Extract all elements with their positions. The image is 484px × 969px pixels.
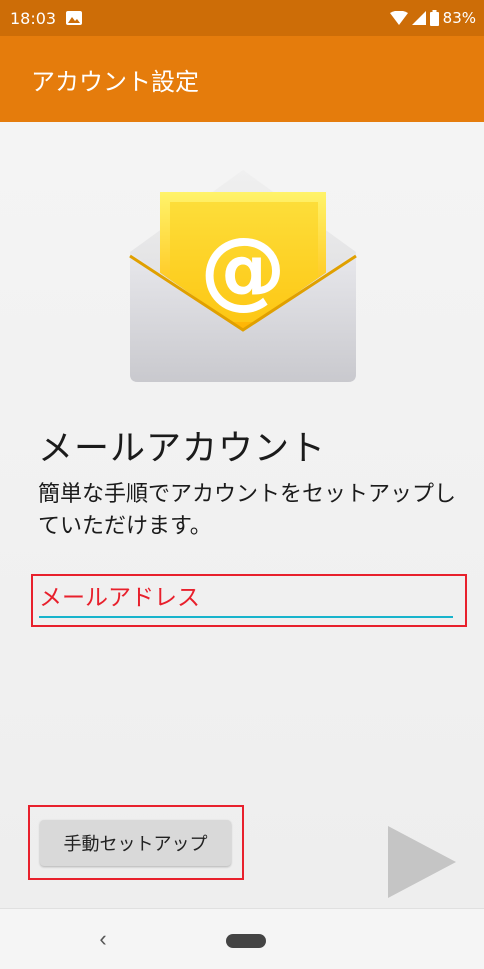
- page-title: アカウント設定: [31, 67, 199, 96]
- battery-icon: [429, 10, 439, 26]
- next-arrow-icon: [388, 826, 456, 898]
- email-envelope-icon: @: [129, 170, 357, 382]
- status-bar: 18:03 83%: [0, 0, 484, 36]
- app-bar: アカウント設定: [0, 36, 484, 122]
- email-highlight-box: [31, 574, 467, 627]
- navigation-bar: ‹: [0, 908, 484, 969]
- main-content: @ メールアカウント 簡単な手順でアカウントをセットアップしていただけます。 手…: [0, 122, 484, 908]
- home-pill-icon[interactable]: [226, 934, 266, 948]
- battery-percent: 83%: [442, 9, 476, 27]
- image-icon: [66, 11, 83, 25]
- heading-mail-account: メールアカウント: [38, 429, 327, 469]
- signal-icon: [411, 11, 426, 25]
- email-address-input[interactable]: [39, 580, 453, 618]
- manual-setup-highlight-box: 手動セットアップ: [28, 805, 244, 880]
- status-time: 18:03: [10, 8, 57, 28]
- setup-description: 簡単な手順でアカウントをセットアップしていただけます。: [38, 482, 457, 539]
- manual-setup-button[interactable]: 手動セットアップ: [40, 820, 231, 866]
- next-button[interactable]: [386, 824, 458, 900]
- back-icon[interactable]: ‹: [88, 921, 118, 957]
- svg-text:@: @: [200, 219, 286, 319]
- wifi-icon: [389, 11, 408, 25]
